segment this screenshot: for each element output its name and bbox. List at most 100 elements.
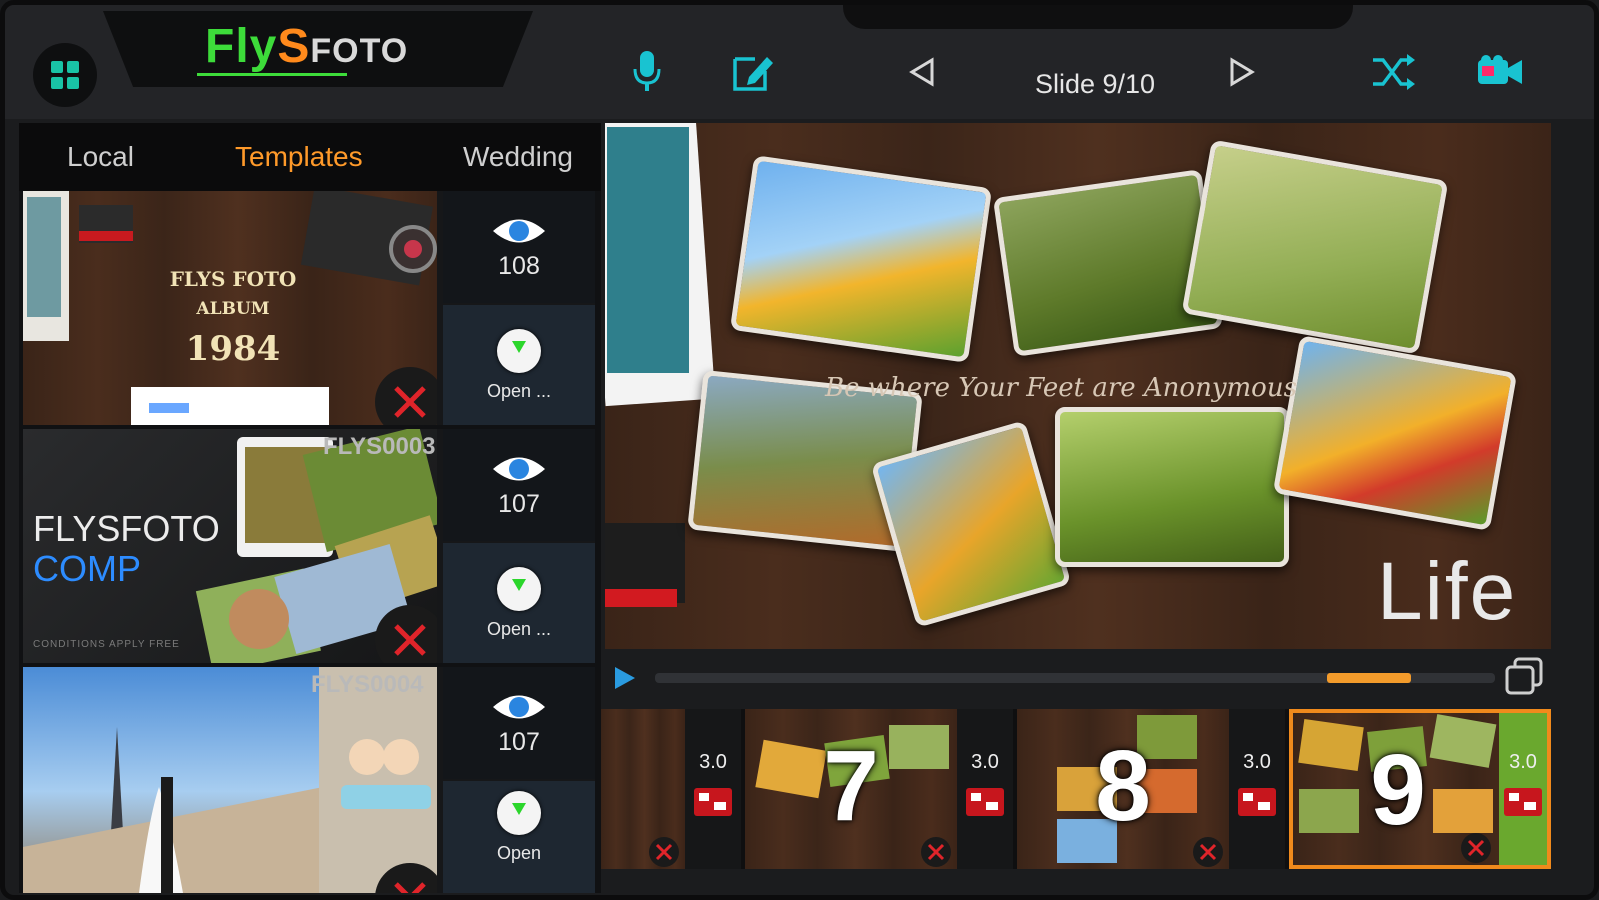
edit-icon <box>733 57 773 91</box>
export-video-button[interactable] <box>1473 45 1527 99</box>
duration-value: 3.0 <box>971 751 999 773</box>
view-count-value: 108 <box>498 251 540 280</box>
slide-duration[interactable]: 3.0 <box>957 709 1013 869</box>
record-audio-button[interactable] <box>620 45 674 99</box>
duplicate-icon[interactable] <box>1505 657 1545 697</box>
template-code: FLYS0003 <box>323 433 436 460</box>
playback-bar <box>605 655 1551 699</box>
next-arrow-icon <box>1230 57 1255 87</box>
thumbnail-art <box>23 667 437 893</box>
duration-value: 3.0 <box>1243 751 1271 773</box>
photo-yellow-bird <box>1055 407 1289 567</box>
view-count-value: 107 <box>498 489 540 518</box>
tab-templates[interactable]: Templates <box>235 141 363 173</box>
view-count: 107 <box>443 429 595 541</box>
microphone-icon <box>633 51 661 91</box>
template-title-line2: ALBUM <box>196 299 270 319</box>
slide-duration[interactable]: 3.0 <box>1229 709 1285 869</box>
timeline-slide[interactable] <box>601 709 685 869</box>
template-row: FLYSFOTO COMP FLYS0003 CONDITIONS APPLY … <box>23 429 595 663</box>
device-notch <box>843 5 1353 29</box>
playback-progress-fill <box>1327 673 1411 683</box>
template-actions: 108 Open ... <box>443 191 595 425</box>
close-icon <box>394 624 426 656</box>
logo-underline <box>197 73 347 76</box>
timeline-slide[interactable]: 7 <box>745 709 957 869</box>
template-fine-print: CONDITIONS APPLY FREE <box>33 639 180 650</box>
transition-icon <box>694 788 732 816</box>
delete-slide-button[interactable] <box>1193 837 1223 867</box>
download-icon <box>497 566 541 611</box>
template-title-line1: FLYS FOTO <box>169 267 297 291</box>
open-label: Open <box>496 843 542 863</box>
open-label: Open ... <box>486 380 552 401</box>
logo-fly: Fly <box>205 20 278 73</box>
prev-arrow-icon <box>909 57 934 87</box>
template-title-line2: COMP <box>33 548 141 589</box>
template-thumbnail[interactable]: FLYSFOTO COMP FLYS0003 CONDITIONS APPLY … <box>23 429 437 663</box>
video-camera-icon <box>1478 55 1522 84</box>
transition-icon <box>1238 788 1276 816</box>
delete-slide-button[interactable] <box>921 837 951 867</box>
next-slide-button[interactable] <box>1215 45 1269 99</box>
template-title: FLYSFOTO COMP <box>33 509 220 589</box>
tab-local[interactable]: Local <box>67 141 134 173</box>
template-row: FLYS0004 107 Open <box>23 667 595 893</box>
download-icon <box>497 328 541 373</box>
duration-value: 3.0 <box>1509 751 1537 773</box>
open-template-button[interactable]: Open ... <box>443 305 595 425</box>
view-count: 107 <box>443 667 595 779</box>
shuffle-icon <box>1373 54 1415 90</box>
delete-slide-button[interactable] <box>1461 833 1491 863</box>
eye-icon <box>493 457 545 480</box>
slide-number: 9 <box>1370 734 1426 846</box>
view-count-value: 107 <box>498 727 540 756</box>
slide-title-life: Life <box>1377 546 1518 637</box>
delete-slide-button[interactable] <box>649 837 679 867</box>
timeline-slide-selected[interactable]: 9 3.0 <box>1289 709 1551 869</box>
menu-grid-button[interactable] <box>33 43 97 107</box>
app-logo: FlySFOTO <box>205 19 408 74</box>
close-icon <box>655 843 673 861</box>
timeline-slide[interactable]: 8 <box>1017 709 1229 869</box>
playback-progress-track[interactable] <box>655 673 1495 683</box>
transition-icon <box>1504 788 1542 816</box>
eye-icon <box>493 219 545 242</box>
eye-icon <box>493 695 545 718</box>
template-browser: Local Templates Wedding FLYS FOTO ALBUM … <box>19 123 601 893</box>
template-actions: 107 Open ... <box>443 429 595 663</box>
slide-counter: Slide 9/10 <box>1034 69 1156 99</box>
duration-value: 3.0 <box>699 751 727 773</box>
close-icon <box>927 843 945 861</box>
view-count: 108 <box>443 191 595 303</box>
slide-timeline: 3.0 7 3.0 8 3.0 9 3.0 <box>601 709 1551 869</box>
template-thumbnail[interactable]: FLYS FOTO ALBUM 1984 <box>23 191 437 425</box>
template-title-line3: 1984 <box>185 329 281 369</box>
close-icon <box>394 882 426 893</box>
app-window: FlySFOTO Slide 9/10 Local Templates Wedd… <box>0 0 1599 900</box>
previous-slide-button[interactable] <box>895 45 949 99</box>
shuffle-button[interactable] <box>1367 45 1421 99</box>
logo-s: S <box>277 20 311 73</box>
template-actions: 107 Open <box>443 667 595 893</box>
open-template-button[interactable]: Open <box>443 781 595 893</box>
slide-caption: Be where Your Feet are Anonymous <box>825 373 1297 403</box>
tab-wedding[interactable]: Wedding <box>463 141 573 173</box>
download-icon <box>497 791 541 835</box>
slide-number: 7 <box>823 730 879 842</box>
logo-foto: FOTO <box>310 32 409 70</box>
close-icon <box>1199 843 1217 861</box>
grid-icon <box>51 61 79 89</box>
slide-duration[interactable]: 3.0 <box>685 709 741 869</box>
transition-icon <box>966 788 1004 816</box>
play-icon[interactable] <box>613 665 637 691</box>
template-title-line1: FLYSFOTO <box>33 508 220 549</box>
close-icon <box>394 386 426 418</box>
template-thumbnail[interactable]: FLYS0004 <box>23 667 437 893</box>
open-label: Open ... <box>486 618 552 639</box>
photo-tree <box>992 169 1224 357</box>
slide-duration[interactable]: 3.0 <box>1499 713 1547 865</box>
edit-button[interactable] <box>725 45 779 99</box>
open-template-button[interactable]: Open ... <box>443 543 595 663</box>
top-toolbar: FlySFOTO Slide 9/10 <box>5 5 1594 119</box>
